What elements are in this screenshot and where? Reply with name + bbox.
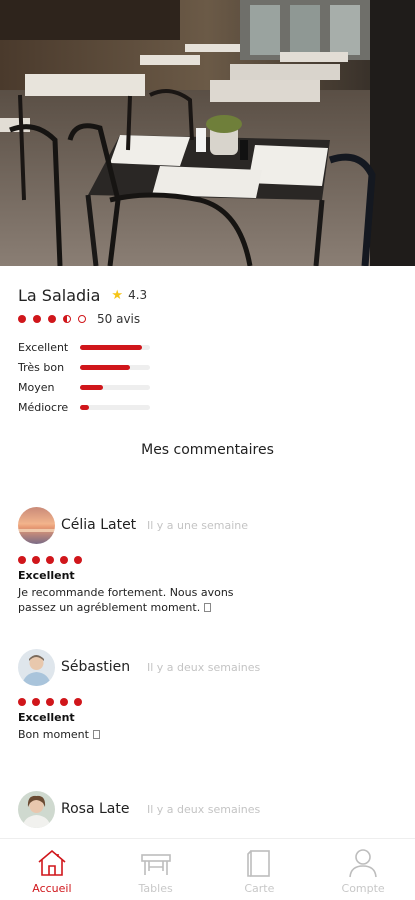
restaurant-info: La Saladia ★ 4.3 50 avis Excellent Très … xyxy=(18,284,398,417)
rating-dot-icon xyxy=(18,698,26,706)
table-icon xyxy=(140,854,171,875)
rating-dot-icon xyxy=(74,698,82,706)
breakdown-bar-fill xyxy=(80,384,104,390)
breakdown-row: Excellent xyxy=(18,337,398,357)
report-flag-icon[interactable] xyxy=(92,730,100,739)
reviewer-name: Sébastien xyxy=(61,659,131,675)
review-time: Il y a une semaine xyxy=(147,518,248,532)
bottom-tab-bar: Accueil Tables Carte Compte xyxy=(0,838,415,900)
tab-accueil[interactable]: Accueil xyxy=(0,839,104,900)
reviewer-name: Rosa Late xyxy=(61,801,130,817)
rating-half-dot-icon xyxy=(63,315,71,323)
breakdown-row: Moyen xyxy=(18,377,398,397)
review-rating-dots xyxy=(18,697,398,707)
star-icon: ★ xyxy=(111,287,124,303)
tab-label: Accueil xyxy=(32,882,72,895)
breakdown-bar xyxy=(80,364,150,370)
breakdown-label: Moyen xyxy=(18,380,55,394)
avatar xyxy=(18,506,55,544)
rating-value: 4.3 xyxy=(128,288,148,302)
rating-dot-icon xyxy=(60,556,68,564)
review-rating-label: Excellent xyxy=(18,711,75,724)
tab-tables[interactable]: Tables xyxy=(104,839,208,900)
rating-breakdown: Excellent Très bon Moyen Médiocre xyxy=(18,337,398,417)
tab-label: Compte xyxy=(341,882,385,895)
rating-dot-icon xyxy=(46,698,54,706)
avatar xyxy=(18,648,55,686)
review-rating-label: Excellent xyxy=(18,569,75,582)
review-text: Je recommande fortement. Nous avons pass… xyxy=(18,585,268,615)
breakdown-bar-fill xyxy=(80,344,142,350)
breakdown-label: Médiocre xyxy=(18,400,69,414)
user-icon xyxy=(349,849,377,878)
rating-dot-icon xyxy=(33,315,41,323)
review-time: Il y a deux semaines xyxy=(147,660,261,674)
rating-dot-icon xyxy=(18,315,26,323)
breakdown-label: Très bon xyxy=(18,360,65,374)
tab-label: Carte xyxy=(244,882,275,895)
review-card: Sébastien Il y a deux semaines Excellent… xyxy=(18,648,398,742)
review-time: Il y a deux semaines xyxy=(147,802,261,816)
breakdown-bar-fill xyxy=(80,364,131,370)
breakdown-bar xyxy=(80,404,150,410)
review-rating-dots xyxy=(18,555,398,565)
rating-dot-icon xyxy=(32,556,40,564)
breakdown-bar xyxy=(80,384,150,390)
breakdown-bar xyxy=(80,344,150,350)
rating-dot-icon xyxy=(48,315,56,323)
rating-dot-icon xyxy=(18,556,26,564)
rating-dot-icon xyxy=(74,556,82,564)
rating-dot-icon xyxy=(46,556,54,564)
review-text-body: Je recommande fortement. Nous avons pass… xyxy=(18,586,234,614)
home-icon xyxy=(38,849,66,876)
reviews-count[interactable]: 50 avis xyxy=(97,312,140,326)
rating-empty-dot-icon xyxy=(78,315,86,323)
tab-label: Tables xyxy=(138,882,173,895)
restaurant-name: La Saladia xyxy=(18,285,101,305)
breakdown-row: Très bon xyxy=(18,357,398,377)
review-text: Bon moment xyxy=(18,727,268,742)
review-card: Célia Latet Il y a une semaine Excellent… xyxy=(18,506,398,615)
report-flag-icon[interactable] xyxy=(204,603,212,612)
tab-carte[interactable]: Carte xyxy=(208,839,312,900)
reviewer-name: Célia Latet xyxy=(61,517,137,533)
comments-section-title: Mes commentaires xyxy=(141,442,274,458)
breakdown-bar-fill xyxy=(80,404,90,410)
rating-dot-icon xyxy=(60,698,68,706)
breakdown-row: Médiocre xyxy=(18,397,398,417)
tab-compte[interactable]: Compte xyxy=(311,839,415,900)
avatar xyxy=(18,790,55,828)
menu-card-icon xyxy=(247,850,271,877)
review-text-body: Bon moment xyxy=(18,728,89,741)
breakdown-label: Excellent xyxy=(18,340,69,354)
rating-dots: 50 avis xyxy=(18,312,398,326)
rating-dot-icon xyxy=(32,698,40,706)
restaurant-photo xyxy=(0,0,415,266)
